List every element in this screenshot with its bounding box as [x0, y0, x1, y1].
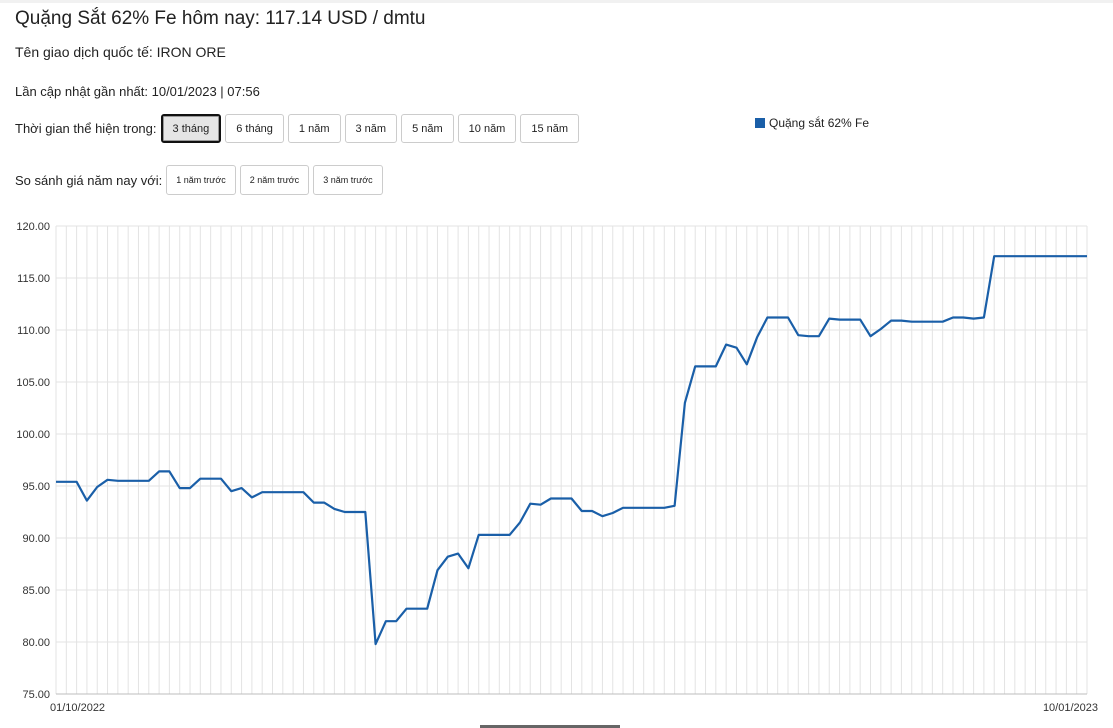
price-line-chart[interactable]: 75.00 80.00 85.00 90.00 95.00 100.00 105.00 110…	[0, 210, 1113, 715]
compare-button-1-year-ago[interactable]: 1 năm trước	[166, 165, 236, 195]
legend-swatch	[755, 118, 765, 128]
period-button-3-years[interactable]: 3 năm	[344, 114, 398, 143]
period-button-10-years[interactable]: 10 năm	[457, 114, 517, 143]
period-button-1-year[interactable]: 1 năm	[287, 114, 341, 143]
period-button-3-months[interactable]: 3 tháng	[160, 114, 222, 143]
period-button-5-years[interactable]: 5 năm	[401, 114, 454, 143]
x-tick-label-start: 01/10/2022	[50, 702, 105, 714]
period-selector: Thời gian thể hiện trong: 3 tháng 6 thán…	[15, 114, 580, 143]
y-tick-label: 75.00	[22, 689, 50, 701]
y-tick-label: 80.00	[22, 637, 50, 649]
last-updated: Lần cập nhật gần nhất: 10/01/2023 | 07:5…	[15, 84, 260, 99]
y-tick-label: 120.00	[16, 221, 50, 233]
period-label: Thời gian thể hiện trong:	[15, 121, 157, 136]
y-tick-label: 95.00	[22, 481, 50, 493]
compare-button-2-years-ago[interactable]: 2 năm trước	[239, 165, 310, 195]
international-name: Tên giao dịch quốc tế: IRON ORE	[15, 44, 226, 60]
page-title: Quặng Sắt 62% Fe hôm nay: 117.14 USD / d…	[15, 8, 426, 29]
y-tick-label: 85.00	[22, 585, 50, 597]
y-tick-label: 110.00	[17, 325, 50, 337]
compare-selector: So sánh giá năm nay với: 1 năm trước 2 n…	[15, 165, 383, 195]
y-tick-label: 100.00	[16, 429, 50, 441]
y-tick-label: 105.00	[16, 377, 50, 389]
y-tick-label: 90.00	[22, 533, 50, 545]
period-button-6-months[interactable]: 6 tháng	[225, 114, 284, 143]
x-tick-label-end: 10/01/2023	[1043, 702, 1098, 714]
chart-legend[interactable]: Quặng sắt 62% Fe	[755, 116, 869, 130]
y-tick-label: 115.00	[17, 273, 50, 285]
period-button-15-years[interactable]: 15 năm	[520, 114, 580, 143]
compare-button-3-years-ago[interactable]: 3 năm trước	[313, 165, 383, 195]
legend-label: Quặng sắt 62% Fe	[769, 116, 870, 130]
top-divider	[0, 0, 1113, 3]
compare-label: So sánh giá năm nay với:	[15, 172, 163, 188]
